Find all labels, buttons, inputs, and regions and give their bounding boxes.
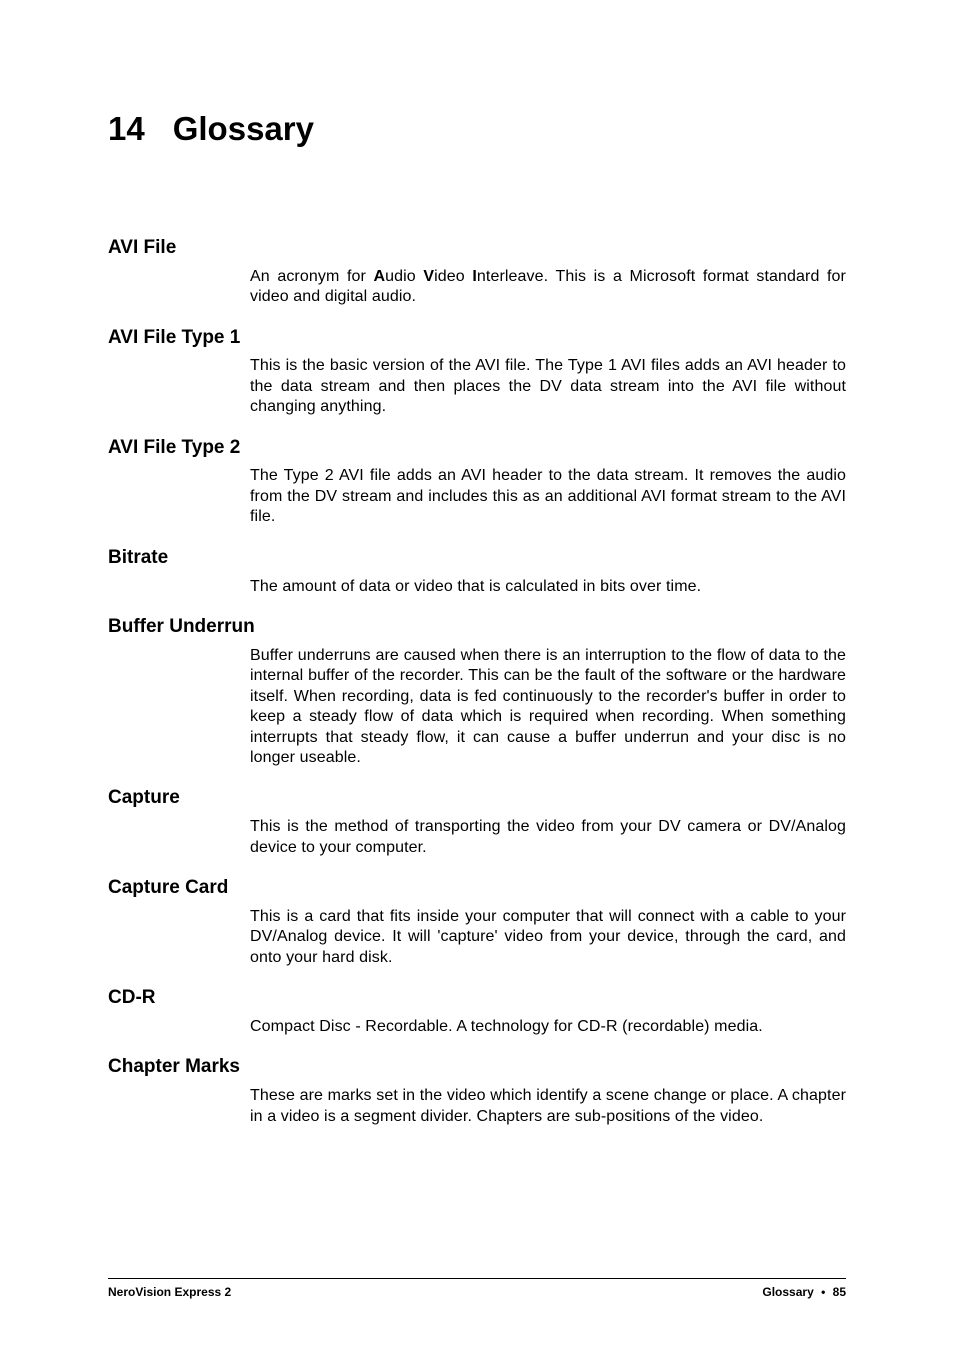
- chapter-heading: 14 Glossary: [108, 110, 846, 148]
- footer-left: NeroVision Express 2: [108, 1285, 231, 1299]
- glossary-definition: These are marks set in the video which i…: [108, 1086, 846, 1127]
- glossary-term: CD-R: [108, 986, 846, 1011]
- footer-right: Glossary • 85: [762, 1285, 846, 1299]
- footer-page-number: 85: [833, 1285, 846, 1299]
- glossary-term: Buffer Underrun: [108, 615, 846, 640]
- glossary-definition: Buffer underruns are caused when there i…: [108, 646, 846, 769]
- page-footer: NeroVision Express 2 Glossary • 85: [108, 1285, 846, 1299]
- glossary-definition: This is the method of transporting the v…: [108, 817, 846, 858]
- page-container: 14 Glossary AVI File An acronym for Audio…: [0, 110, 954, 1345]
- glossary-definition: An acronym for Audio Video Interleave. T…: [108, 267, 846, 308]
- glossary-term: Chapter Marks: [108, 1055, 846, 1080]
- glossary-term: Capture: [108, 786, 846, 811]
- glossary-term: AVI File Type 2: [108, 436, 846, 461]
- glossary-definition: The amount of data or video that is calc…: [108, 577, 846, 597]
- glossary-term: Bitrate: [108, 546, 846, 571]
- footer-bullet: •: [821, 1285, 825, 1299]
- glossary-term: AVI File: [108, 236, 846, 261]
- footer-rule: [108, 1278, 846, 1279]
- glossary-definition: This is the basic version of the AVI fil…: [108, 356, 846, 417]
- glossary-term: AVI File Type 1: [108, 326, 846, 351]
- footer-section: Glossary: [762, 1285, 813, 1299]
- glossary-definition: Compact Disc - Recordable. A technology …: [108, 1017, 846, 1037]
- glossary-definition: The Type 2 AVI file adds an AVI header t…: [108, 466, 846, 527]
- glossary-definition: This is a card that fits inside your com…: [108, 907, 846, 968]
- chapter-number: 14: [108, 110, 145, 148]
- chapter-title-text: Glossary: [173, 110, 314, 147]
- glossary-term: Capture Card: [108, 876, 846, 901]
